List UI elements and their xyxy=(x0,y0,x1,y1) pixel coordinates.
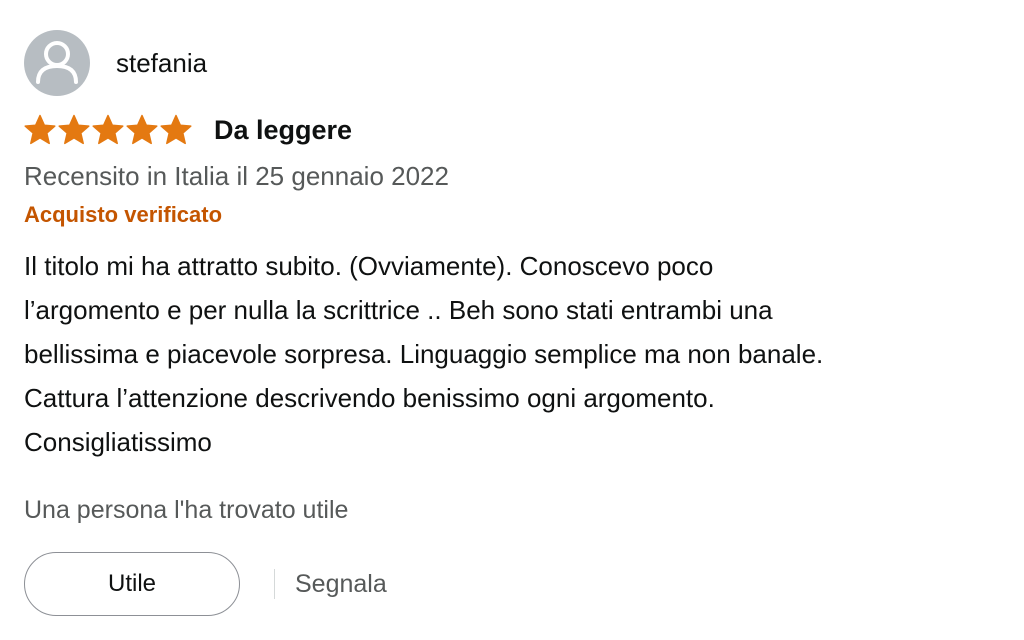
reviewer-profile[interactable]: stefania xyxy=(24,30,1000,96)
star-icon xyxy=(126,114,158,146)
review-body-line: Consigliatissimo xyxy=(24,427,212,457)
review-body-line: Cattura l’attenzione descrivendo benissi… xyxy=(24,383,715,413)
review-body-line: Il titolo mi ha attratto subito. (Ovviam… xyxy=(24,251,714,281)
review-title[interactable]: Da leggere xyxy=(214,115,352,146)
customer-review: stefania Da leggere Recensito in Italia … xyxy=(24,30,1000,616)
verified-purchase-badge[interactable]: Acquisto verificato xyxy=(24,200,1000,230)
report-link[interactable]: Segnala xyxy=(295,570,387,599)
helpful-button[interactable]: Utile xyxy=(24,552,240,616)
star-rating[interactable] xyxy=(24,114,192,146)
reviewer-name[interactable]: stefania xyxy=(116,48,207,79)
star-icon xyxy=(58,114,90,146)
star-icon xyxy=(92,114,124,146)
helpful-count: Una persona l'ha trovato utile xyxy=(24,496,349,524)
user-silhouette-icon xyxy=(36,41,78,84)
avatar[interactable] xyxy=(24,30,90,96)
star-icon xyxy=(24,114,56,146)
review-body-line: l’argomento e per nulla la scrittrice ..… xyxy=(24,295,773,325)
review-body-line: bellissima e piacevole sorpresa. Linguag… xyxy=(24,339,824,369)
review-header: Da leggere xyxy=(24,110,1000,150)
review-date: Recensito in Italia il 25 gennaio 2022 xyxy=(24,161,449,191)
review-actions: Utile Segnala xyxy=(24,552,1000,616)
divider xyxy=(274,569,275,599)
review-body: Il titolo mi ha attratto subito. (Ovviam… xyxy=(24,244,984,464)
star-icon xyxy=(160,114,192,146)
